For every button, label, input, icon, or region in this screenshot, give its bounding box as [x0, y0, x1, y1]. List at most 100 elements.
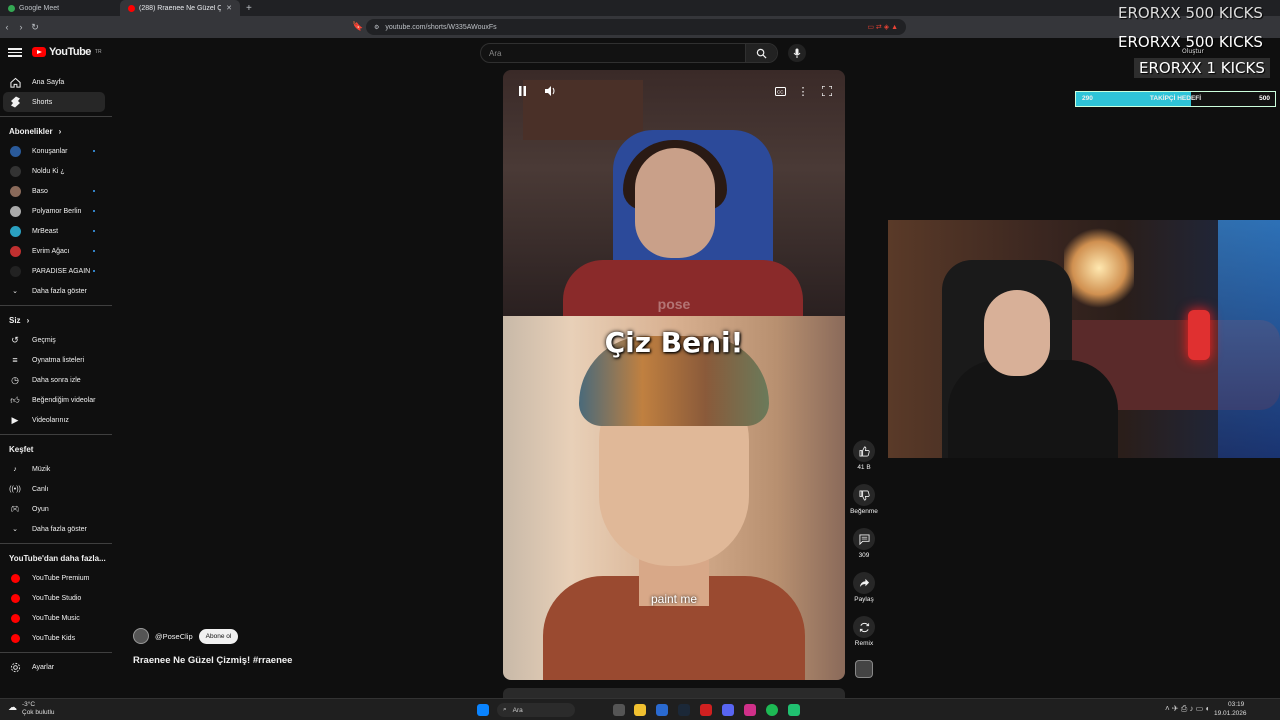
fullscreen-button[interactable] — [820, 84, 834, 98]
back-arrow-icon[interactable]: ‹ — [0, 22, 14, 32]
sidebar-item-you[interactable]: ▶ Videolarınız — [0, 410, 112, 430]
bookmark-icon[interactable]: 🔖 — [352, 21, 363, 32]
new-content-dot — [93, 150, 95, 152]
sound-channel-avatar[interactable] — [855, 660, 873, 678]
shorts-icon — [9, 96, 21, 108]
weather-icon[interactable]: ☁ — [8, 702, 17, 713]
subscriptions-heading[interactable]: Abonelikler › — [0, 121, 112, 141]
sidebar-item-subscription[interactable]: PARADISE AGAIN — [0, 261, 112, 281]
sidebar-item-you[interactable]: ≡ Oynatma listeleri — [0, 350, 112, 370]
reload-icon[interactable]: ↻ — [28, 22, 42, 33]
captions-button[interactable]: CC — [773, 84, 787, 98]
weather-text: Çok bulutlu — [22, 709, 55, 716]
youtube-header: YouTube TR — [0, 38, 1280, 68]
shelf-figures — [523, 80, 643, 140]
youtube-favicon-icon — [128, 4, 135, 12]
forward-arrow-icon[interactable]: › — [14, 22, 28, 32]
tab-google-meet[interactable]: Google Meet — [0, 0, 120, 16]
new-content-dot — [93, 270, 95, 272]
channel-handle[interactable]: @PoseClip — [155, 632, 193, 641]
channel-avatar — [9, 225, 21, 237]
show-more-subscriptions[interactable]: ⌄ Daha fazla göster — [0, 281, 112, 301]
sidebar-item-explore[interactable]: ♪ Müzik — [0, 459, 112, 479]
show-more-explore[interactable]: ⌄ Daha fazla göster — [0, 519, 112, 539]
sidebar-item-you[interactable]: ↺ Geçmiş — [0, 330, 112, 350]
youtube-logo[interactable]: YouTube TR — [32, 46, 102, 58]
sidebar-item-youtube-app[interactable]: YouTube Kids — [0, 628, 112, 648]
app-icon[interactable] — [788, 704, 800, 716]
file-explorer-icon[interactable] — [634, 704, 646, 716]
steam-icon[interactable] — [678, 704, 690, 716]
you-heading[interactable]: Siz › — [0, 310, 112, 330]
spotify-icon[interactable] — [766, 704, 778, 716]
search-button[interactable] — [745, 44, 777, 62]
sidebar-item-subscription[interactable]: Evrim Ağacı — [0, 241, 112, 261]
url-field[interactable]: ⚙ youtube.com/shorts/W335AWouxFs ▭ ⇄ ◈ ▲ — [366, 19, 906, 35]
browser-tab-bar: Google Meet (288) Rraenee Ne Güzel Çizmi… — [0, 0, 1280, 16]
streamer-face — [635, 148, 715, 258]
taskbar-search[interactable]: ⌕ Ara — [497, 703, 575, 717]
like-count: 41 B — [857, 464, 871, 471]
new-tab-button[interactable]: + — [240, 3, 258, 14]
youtube-app-icon — [9, 612, 21, 624]
short-video-player[interactable]: pose Çiz Beni! paint me CC ⋮ — [503, 70, 845, 680]
sidebar-item-you[interactable]: ◷ Daha sonra izle — [0, 370, 112, 390]
sidebar-item-settings[interactable]: Ayarlar — [0, 657, 112, 677]
sidebar-item-youtube-app[interactable]: YouTube Premium — [0, 568, 112, 588]
sidebar-item-youtube-app[interactable]: YouTube Music — [0, 608, 112, 628]
share-action[interactable]: Paylaş — [848, 572, 880, 616]
goal-label: TAKİPÇİ HEDEFİ — [1149, 95, 1202, 102]
clock-time: 03:19 — [1228, 701, 1245, 708]
sidebar-item-subscription[interactable]: Noldu Ki ¿ — [0, 161, 112, 181]
sidebar-item-you[interactable]: 👍︎ Beğendiğim videolar — [0, 390, 112, 410]
channel-watermark: pose — [657, 296, 691, 312]
channel-avatar — [9, 165, 21, 177]
address-bar: ‹ › ↻ 🔖 ⚙ youtube.com/shorts/W335AWouxFs… — [0, 16, 1280, 38]
sidebar-item-explore[interactable]: ((•)) Canlı — [0, 479, 112, 499]
task-view-icon[interactable] — [613, 704, 625, 716]
voice-search-button[interactable] — [788, 44, 806, 62]
gaming-icon: 🎮︎ — [10, 506, 20, 513]
section-title: Abonelikler — [9, 126, 53, 136]
remix-action[interactable]: Remix — [848, 616, 880, 660]
sidebar-item-subscription[interactable]: Baso — [0, 181, 112, 201]
mail-icon[interactable] — [656, 704, 668, 716]
tab-youtube[interactable]: (288) Rraenee Ne Güzel Çizmi ✕ — [120, 0, 240, 16]
sidebar-item-subscription[interactable]: Polyamor Berlin — [0, 201, 112, 221]
discord-icon[interactable] — [722, 704, 734, 716]
system-tray-icons[interactable]: ˄ ✈ ⎙ ♪ ▭ ◐ — [1165, 704, 1210, 714]
sidebar-divider — [0, 543, 112, 544]
sidebar-item-home[interactable]: Ana Sayfa — [0, 72, 112, 92]
comments-action[interactable]: 309 — [848, 528, 880, 572]
home-icon — [9, 76, 21, 88]
sidebar-item-explore[interactable]: 🎮︎ Oyun — [0, 499, 112, 519]
more-options-icon[interactable]: ⋮ — [796, 84, 810, 98]
sidebar-item-youtube-app[interactable]: YouTube Studio — [0, 588, 112, 608]
country-code: TR — [94, 49, 102, 55]
windows-start-icon[interactable] — [477, 704, 489, 716]
like-action[interactable]: 41 B — [848, 440, 880, 484]
volume-button[interactable] — [543, 84, 557, 98]
extension-icons[interactable]: ▭ ⇄ ◈ ▲ — [867, 23, 898, 31]
next-short-preview[interactable] — [503, 688, 845, 698]
taskbar-search-placeholder: Ara — [512, 706, 523, 714]
subscriptions-list: Konuşanlar Noldu Ki ¿ Baso Polyamor Berlin M… — [0, 141, 112, 281]
search-input[interactable] — [481, 48, 746, 58]
sidebar-item-subscription[interactable]: MrBeast — [0, 221, 112, 241]
subscribe-button[interactable]: Abone ol — [198, 628, 239, 644]
channel-avatar[interactable] — [133, 628, 149, 644]
menu-icon[interactable] — [8, 46, 22, 60]
close-tab-icon[interactable]: ✕ — [226, 4, 232, 12]
sidebar-item-label: YouTube Kids — [32, 634, 76, 642]
dislike-action[interactable]: Beğenme — [848, 484, 880, 528]
browser-app-icon[interactable] — [700, 704, 712, 716]
sidebar-item-label: MrBeast — [32, 227, 59, 235]
sidebar-item-subscription[interactable]: Konuşanlar — [0, 141, 112, 161]
rgb-lighting — [1218, 220, 1280, 458]
instagram-icon[interactable] — [744, 704, 756, 716]
channel-info: @PoseClip Abone ol — [133, 628, 239, 644]
site-info-icon[interactable]: ⚙ — [374, 24, 379, 31]
sidebar-item-shorts[interactable]: Shorts — [3, 92, 105, 112]
sidebar-item-label: Ana Sayfa — [32, 78, 65, 86]
pause-button[interactable] — [515, 84, 529, 98]
